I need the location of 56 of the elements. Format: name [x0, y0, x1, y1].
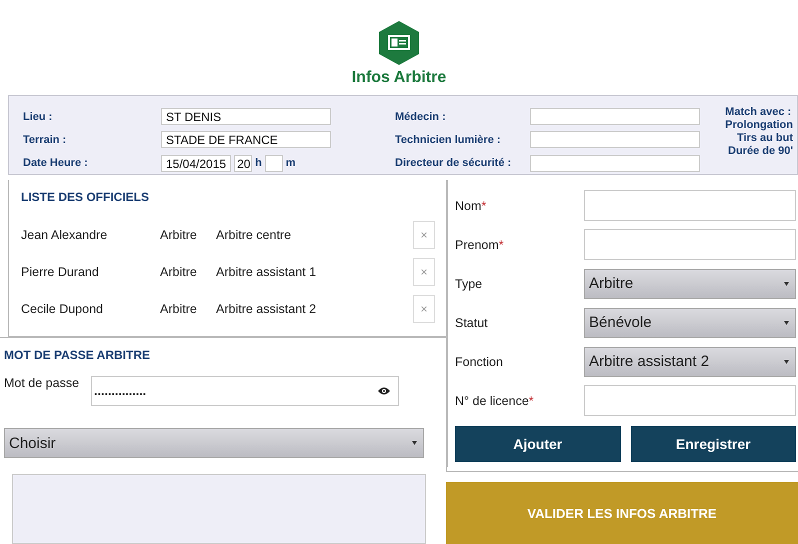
- match-with-label: Match avec :: [725, 106, 792, 118]
- official-name: Jean Alexandre: [21, 228, 108, 242]
- page-title: Infos Arbitre: [352, 69, 446, 87]
- field-label: Statut: [455, 316, 489, 330]
- dropdown[interactable]: Arbitre assistant 2: [584, 346, 796, 376]
- input-field[interactable]: ST DENIS: [161, 108, 331, 126]
- date-field[interactable]: 15/04/2015: [161, 154, 232, 172]
- official-type: Arbitre: [160, 302, 198, 316]
- match-option[interactable]: Durée de 90': [728, 145, 793, 157]
- input-field[interactable]: [530, 131, 700, 148]
- minute-field[interactable]: [264, 154, 283, 172]
- official-function: Arbitre assistant 2: [216, 302, 318, 316]
- unit-label: h: [255, 157, 262, 170]
- caret-icon: [784, 358, 789, 364]
- field-label: Terrain :: [23, 134, 68, 146]
- caret-icon: [784, 280, 789, 286]
- field-label: Lieu :: [23, 110, 54, 123]
- id-card-icon: [379, 21, 419, 65]
- eye-icon[interactable]: [378, 387, 390, 395]
- action-button[interactable]: Ajouter: [455, 426, 620, 462]
- official-function: Arbitre assistant 1: [216, 264, 318, 278]
- password-field[interactable]: ...............: [91, 376, 400, 406]
- input-field[interactable]: [530, 108, 700, 126]
- match-option[interactable]: Prolongation: [725, 119, 793, 131]
- dropdown[interactable]: Bénévole: [584, 308, 796, 338]
- section-title: LISTE DES OFFICIELS: [21, 190, 150, 204]
- field-label: Date Heure :: [23, 157, 89, 170]
- section-title: MOT DE PASSE ARBITRE: [4, 348, 152, 362]
- input-field[interactable]: [530, 154, 700, 172]
- official-name: Cecile Dupond: [21, 302, 104, 316]
- caret-icon: [784, 320, 789, 326]
- field-label: Nom*: [455, 198, 488, 212]
- dropdown[interactable]: Choisir: [4, 428, 424, 458]
- official-name: Pierre Durand: [21, 264, 100, 278]
- official-type: Arbitre: [160, 228, 198, 242]
- field-label: Médecin :: [395, 110, 447, 123]
- field-label: Prenom*: [455, 238, 505, 252]
- input-field[interactable]: STADE DE FRANCE: [161, 131, 331, 148]
- input-field[interactable]: [584, 190, 796, 221]
- action-button[interactable]: Enregistrer: [630, 426, 796, 462]
- match-option[interactable]: Tirs au but: [736, 132, 793, 144]
- field-label: Type: [455, 276, 484, 290]
- input-field[interactable]: [584, 229, 796, 260]
- field-label: N° de licence*: [455, 394, 535, 408]
- dropdown[interactable]: Arbitre: [584, 268, 796, 298]
- unit-label: m: [286, 157, 296, 170]
- official-type: Arbitre: [160, 264, 198, 278]
- official-function: Arbitre centre: [216, 228, 292, 242]
- field-label: Fonction: [455, 354, 504, 368]
- caret-icon: [412, 440, 417, 446]
- text-area[interactable]: [12, 474, 426, 544]
- field-label: Technicien lumière :: [395, 134, 502, 146]
- hour-field[interactable]: 20: [234, 154, 252, 172]
- field-label: Mot de passe: [4, 376, 80, 390]
- input-field[interactable]: [584, 385, 796, 416]
- field-label: Directeur de sécurité :: [395, 157, 512, 170]
